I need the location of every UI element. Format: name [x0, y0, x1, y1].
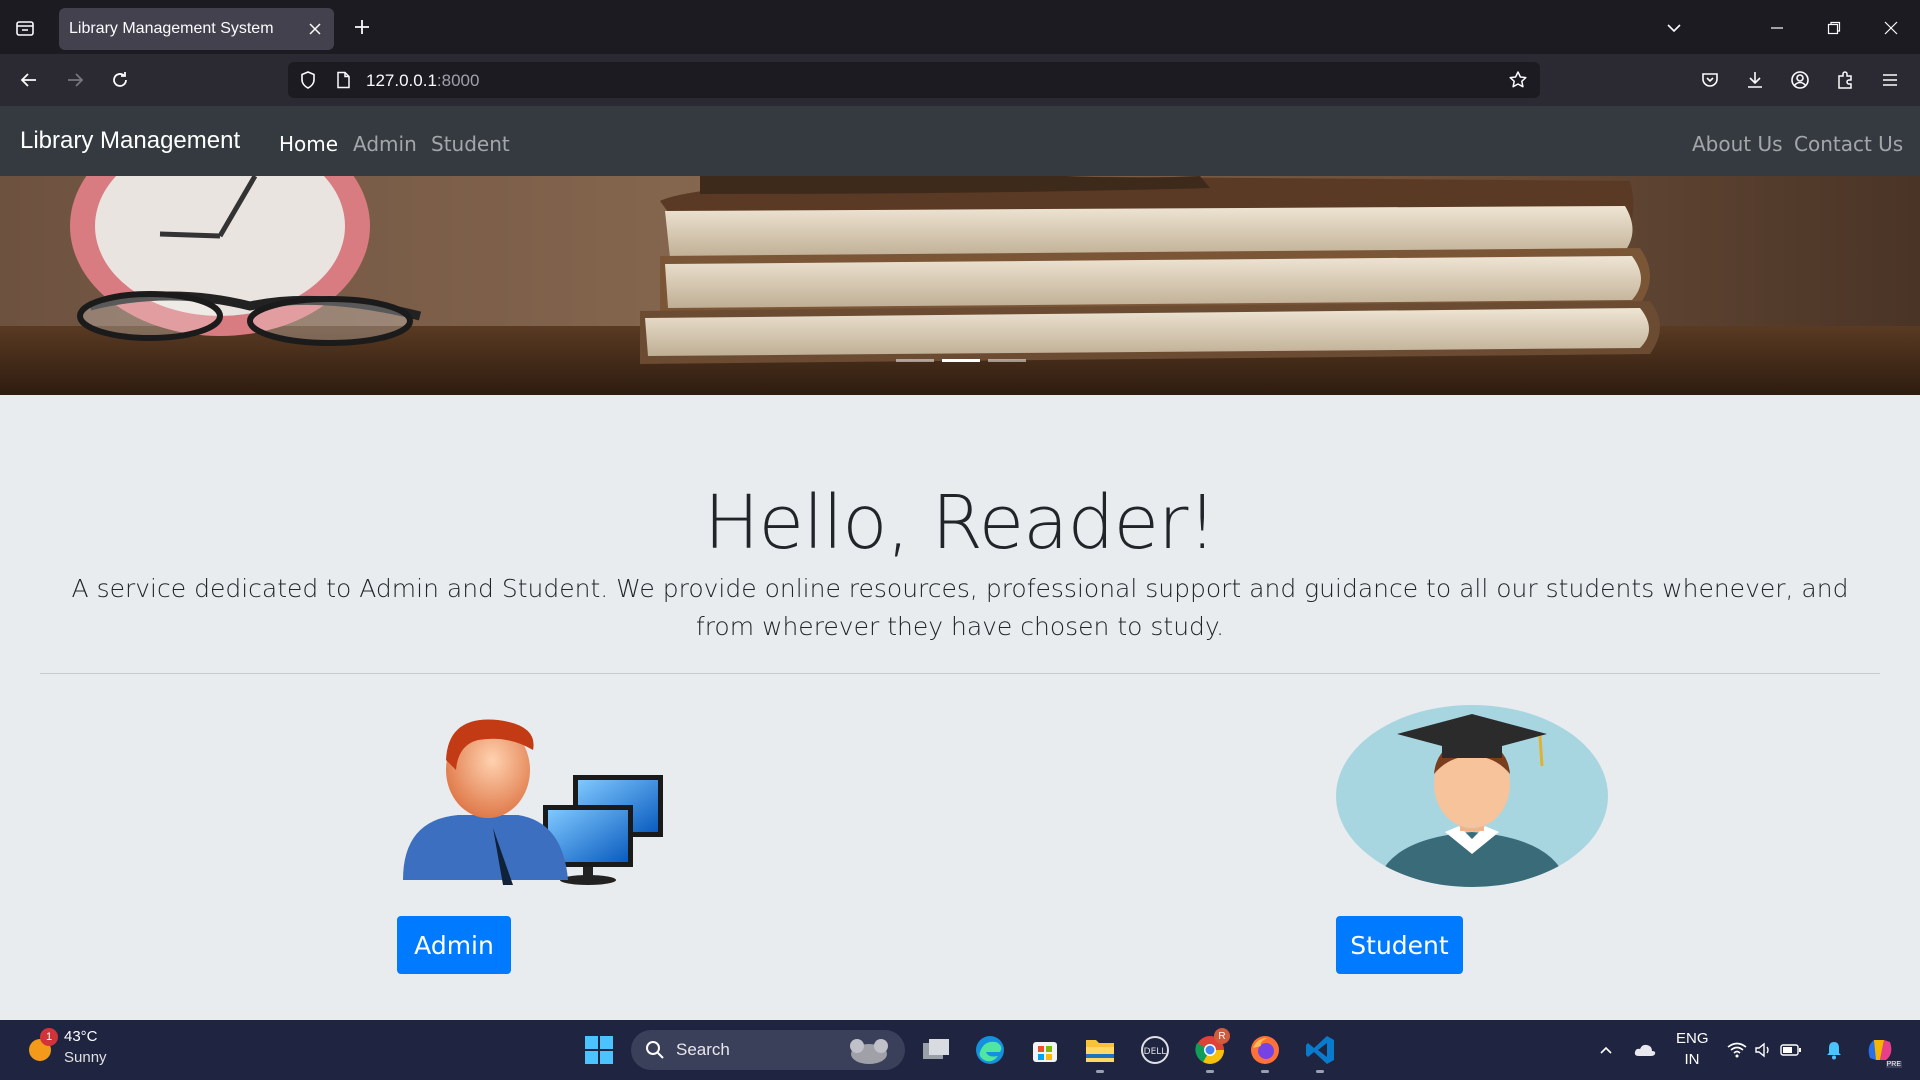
show-hidden-icons-chevron-icon[interactable]: [1588, 1032, 1624, 1068]
shield-icon[interactable]: [296, 68, 320, 92]
admin-illustration: [403, 719, 663, 885]
search-icon: [646, 1041, 664, 1059]
chrome-profile-badge: R: [1214, 1028, 1230, 1044]
vscode-icon[interactable]: [1302, 1032, 1338, 1068]
weather-condition[interactable]: Sunny: [64, 1049, 107, 1066]
nav-link-contact-us[interactable]: Contact Us: [1794, 132, 1903, 156]
tab-list-icon[interactable]: [12, 15, 38, 41]
extensions-icon[interactable]: [1831, 66, 1859, 94]
weather-temperature[interactable]: 43°C: [64, 1028, 98, 1045]
copilot-pre-badge: PRE: [1885, 1061, 1902, 1068]
weather-widget-icon[interactable]: 1: [26, 1028, 58, 1062]
nav-link-about-us[interactable]: About Us: [1692, 132, 1783, 156]
onedrive-cloud-icon[interactable]: [1627, 1032, 1663, 1068]
svg-text:DELL: DELL: [1144, 1047, 1167, 1057]
nav-link-home[interactable]: Home: [279, 132, 338, 156]
carousel-indicator[interactable]: [988, 359, 1026, 362]
edge-browser-icon[interactable]: [972, 1032, 1008, 1068]
copilot-icon[interactable]: PRE: [1862, 1032, 1902, 1068]
nav-link-student[interactable]: Student: [431, 132, 510, 156]
carousel-slide-image: [0, 176, 1920, 395]
lead-paragraph: A service dedicated to Admin and Student…: [71, 574, 1849, 641]
taskbar: 1 43°C Sunny Search DELL R ENG IN PRE: [0, 1020, 1920, 1080]
search-label: Search: [676, 1040, 730, 1059]
microsoft-store-icon[interactable]: [1027, 1032, 1063, 1068]
minimize-icon[interactable]: [1763, 14, 1791, 42]
running-indicator: [1261, 1070, 1269, 1073]
running-indicator: [1316, 1070, 1324, 1073]
site-brand[interactable]: Library Management: [20, 127, 240, 155]
taskbar-search[interactable]: Search: [631, 1030, 905, 1070]
menu-hamburger-icon[interactable]: [1876, 66, 1904, 94]
windows-start-icon[interactable]: [581, 1032, 617, 1068]
dell-icon[interactable]: DELL: [1137, 1032, 1173, 1068]
battery-icon[interactable]: [1776, 1032, 1806, 1068]
new-tab-icon[interactable]: [349, 14, 375, 40]
browser-tab-bar: Library Management System: [0, 0, 1920, 54]
language-indicator-line2[interactable]: IN: [1676, 1051, 1708, 1068]
student-illustration: [1336, 705, 1608, 887]
site-navbar: Library Management Home Admin Student Ab…: [0, 106, 1920, 176]
browser-toolbar: 127.0.0.1:8000: [0, 54, 1920, 106]
carousel-indicator[interactable]: [896, 359, 934, 362]
restore-icon[interactable]: [1820, 14, 1848, 42]
student-button[interactable]: Student: [1336, 916, 1463, 974]
nav-link-admin[interactable]: Admin: [353, 132, 417, 156]
tab-overflow-chevron-icon[interactable]: [1660, 14, 1688, 42]
pocket-icon[interactable]: [1696, 66, 1724, 94]
admin-button[interactable]: Admin: [397, 916, 511, 974]
firefox-icon[interactable]: [1247, 1032, 1283, 1068]
running-indicator: [1096, 1070, 1104, 1073]
browser-tab-active[interactable]: Library Management System: [59, 8, 334, 50]
hero-carousel[interactable]: [0, 176, 1920, 395]
language-indicator-line1[interactable]: ENG: [1676, 1030, 1709, 1047]
url-text[interactable]: 127.0.0.1:8000: [366, 71, 479, 91]
search-highlight-icon: [850, 1039, 888, 1064]
close-window-icon[interactable]: [1877, 14, 1905, 42]
carousel-indicator-active[interactable]: [942, 359, 980, 362]
tab-title: Library Management System: [69, 20, 274, 37]
running-indicator: [1206, 1070, 1214, 1073]
download-icon[interactable]: [1741, 66, 1769, 94]
url-port: :8000: [436, 71, 480, 90]
task-view-icon[interactable]: [918, 1032, 954, 1068]
weather-badge: 1: [40, 1028, 58, 1046]
url-host: 127.0.0.1: [366, 71, 437, 90]
page-icon[interactable]: [331, 68, 355, 92]
file-explorer-icon[interactable]: [1082, 1032, 1118, 1068]
notification-bell-icon[interactable]: [1818, 1032, 1850, 1068]
back-icon[interactable]: [15, 66, 43, 94]
carousel-indicators: [896, 359, 1026, 362]
bookmark-star-icon[interactable]: [1506, 68, 1530, 92]
tab-close-icon[interactable]: [304, 18, 326, 40]
page-heading: Hello, Reader!: [703, 480, 1217, 566]
chrome-icon[interactable]: R: [1192, 1028, 1230, 1068]
reload-icon[interactable]: [106, 66, 134, 94]
address-bar[interactable]: 127.0.0.1:8000: [288, 62, 1540, 98]
account-icon[interactable]: [1786, 66, 1814, 94]
forward-icon[interactable]: [61, 66, 89, 94]
divider: [40, 673, 1880, 674]
volume-icon[interactable]: [1748, 1032, 1778, 1068]
